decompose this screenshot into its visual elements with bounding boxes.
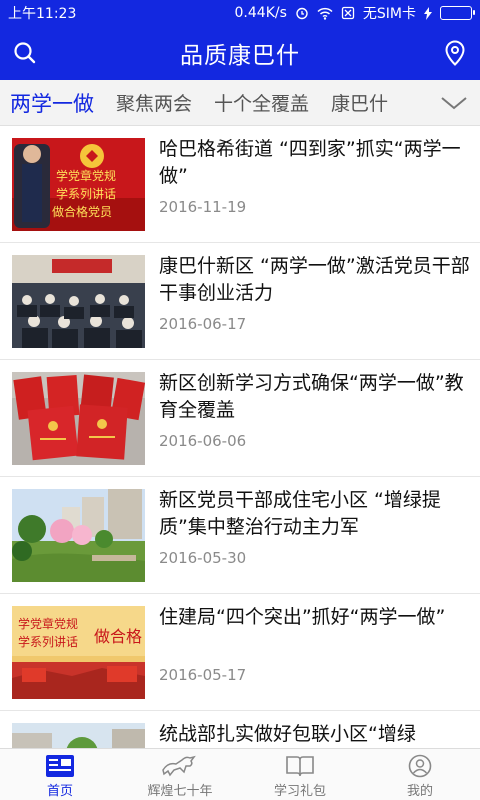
thumb-caption-1: 学党章党规 <box>18 616 78 631</box>
news-item[interactable]: 新区创新学习方式确保“两学一做”教育全覆盖 2016-06-06 <box>0 360 480 477</box>
page-title: 品质康巴什 <box>180 43 300 69</box>
news-thumbnail: 学党章党规 学系列讲话 做合格党员 <box>12 138 145 231</box>
nav-home[interactable]: 首页 <box>0 749 120 800</box>
no-sim-icon <box>341 6 355 20</box>
news-thumbnail: 学党章党规 学系列讲话 做合格 <box>12 606 145 699</box>
horse-icon <box>162 755 196 777</box>
user-icon <box>408 754 432 778</box>
news-title: 新区创新学习方式确保“两学一做”教育全覆盖 <box>159 372 464 421</box>
news-item[interactable]: 学党章党规 学系列讲话 做合格党员 哈巴格希街道 “四到家”抓实“两学一做” 2… <box>0 126 480 243</box>
status-time: 上午11:23 <box>8 6 77 22</box>
book-icon <box>286 756 314 777</box>
news-thumbnail <box>12 723 145 748</box>
news-title: 统战部扎实做好包联小区“增绿 <box>159 723 416 745</box>
news-list: 学党章党规 学系列讲话 做合格党员 哈巴格希街道 “四到家”抓实“两学一做” 2… <box>0 126 480 748</box>
news-thumbnail <box>12 372 145 465</box>
thumb-caption-1: 学党章党规 <box>56 168 116 183</box>
news-title: 哈巴格希街道 “四到家”抓实“两学一做” <box>159 138 461 187</box>
nav-label: 首页 <box>46 784 73 799</box>
charging-icon <box>424 6 432 20</box>
alarm-icon <box>295 6 309 20</box>
news-item[interactable]: 学党章党规 学系列讲话 做合格 住建局“四个突出”抓好“两学一做” 2016-0… <box>0 594 480 711</box>
nav-study[interactable]: 学习礼包 <box>240 749 360 800</box>
tab-liangxue[interactable]: 两学一做 <box>10 88 94 118</box>
bottom-nav: 首页 辉煌七十年 学习礼包 我的 <box>0 748 480 800</box>
news-title: 住建局“四个突出”抓好“两学一做” <box>159 606 446 628</box>
app-bar: 品质康巴什 <box>0 26 480 80</box>
news-date: 2016-06-17 <box>159 315 247 333</box>
news-title: 新区党员干部成住宅小区 “增绿提质”集中整治行动主力军 <box>159 489 441 538</box>
news-item[interactable]: 新区党员干部成住宅小区 “增绿提质”集中整治行动主力军 2016-05-30 <box>0 477 480 594</box>
status-bar: 上午11:23 0.44K/s 无SIM卡 <box>0 0 480 26</box>
sim-status: 无SIM卡 <box>362 6 416 22</box>
news-thumbnail <box>12 489 145 582</box>
more-tabs-button[interactable] <box>428 80 480 125</box>
news-icon <box>46 755 74 777</box>
news-title: 康巴什新区 “两学一做”激活党员干部干事创业活力 <box>159 255 470 304</box>
news-thumbnail <box>12 255 145 348</box>
thumb-caption-3: 做合格党员 <box>52 204 112 219</box>
nav-label: 学习礼包 <box>273 784 326 799</box>
news-item[interactable]: 康巴什新区 “两学一做”激活党员干部干事创业活力 2016-06-17 <box>0 243 480 360</box>
news-date: 2016-05-30 <box>159 549 247 567</box>
tab-quanfugai[interactable]: 十个全覆盖 <box>214 89 309 116</box>
nav-label: 我的 <box>406 784 433 799</box>
news-date: 2016-11-19 <box>159 198 247 216</box>
news-date: 2016-05-17 <box>159 666 247 684</box>
thumb-caption-3: 做合格 <box>94 627 142 646</box>
wifi-icon <box>317 7 333 20</box>
tab-lianghui[interactable]: 聚焦两会 <box>116 89 192 116</box>
category-tabs: 两学一做 聚焦两会 十个全覆盖 康巴什 <box>0 80 480 126</box>
search-icon <box>14 42 36 64</box>
location-button[interactable] <box>438 36 472 70</box>
nav-mine[interactable]: 我的 <box>360 749 480 800</box>
search-button[interactable] <box>8 36 42 70</box>
chevron-down-icon <box>441 96 467 109</box>
tab-kangbashi[interactable]: 康巴什 <box>331 89 388 116</box>
battery-icon <box>440 6 475 20</box>
nav-label: 辉煌七十年 <box>147 784 213 799</box>
news-item[interactable]: 统战部扎实做好包联小区“增绿 <box>0 711 480 748</box>
thumb-caption-2: 学系列讲话 <box>18 634 78 649</box>
thumb-caption-2: 学系列讲话 <box>56 186 116 201</box>
news-date: 2016-06-06 <box>159 432 247 450</box>
nav-glory[interactable]: 辉煌七十年 <box>120 749 240 800</box>
network-speed: 0.44K/s <box>234 5 287 21</box>
location-pin-icon <box>445 40 465 66</box>
